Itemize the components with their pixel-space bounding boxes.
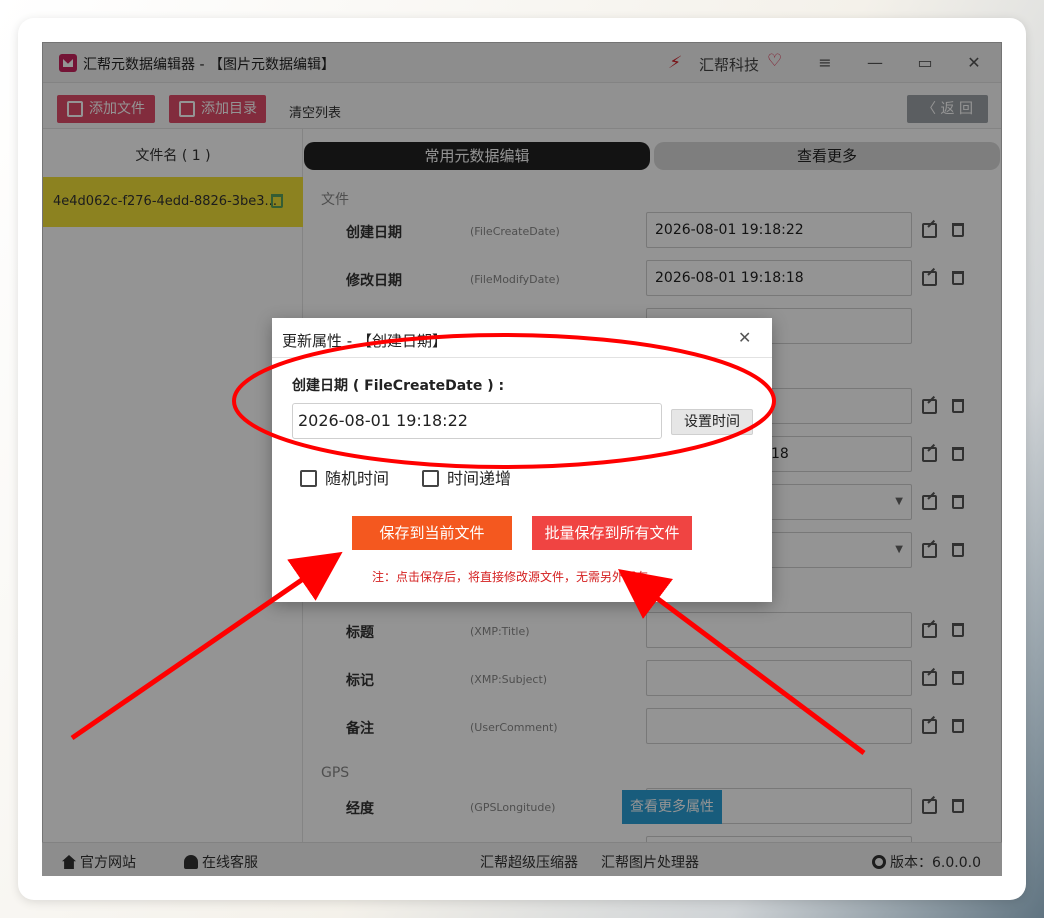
dialog-date-input[interactable]: 2026-08-01 19:18:22 xyxy=(292,403,662,439)
dialog-close-icon[interactable]: ✕ xyxy=(738,328,751,347)
save-current-file-button[interactable]: 保存到当前文件 xyxy=(352,516,512,550)
time-increment-checkbox[interactable]: 时间递增 xyxy=(422,465,511,489)
time-increment-label: 时间递增 xyxy=(447,469,512,488)
set-time-button[interactable]: 设置时间 xyxy=(671,409,753,435)
checkbox-box xyxy=(422,470,439,487)
dialog-field-label: 创建日期 ( FileCreateDate ) : xyxy=(292,378,505,394)
dialog-title: 更新属性 - 【创建日期】 xyxy=(282,332,447,350)
checkbox-box xyxy=(300,470,317,487)
batch-save-all-button[interactable]: 批量保存到所有文件 xyxy=(532,516,692,550)
random-time-label: 随机时间 xyxy=(325,469,390,488)
dialog-note: 注：点击保存后，将直接修改源文件，无需另外保存 xyxy=(372,570,649,584)
dialog-divider xyxy=(272,357,772,358)
random-time-checkbox[interactable]: 随机时间 xyxy=(300,465,389,489)
update-property-dialog: 更新属性 - 【创建日期】 ✕ 创建日期 ( FileCreateDate ) … xyxy=(272,318,772,602)
